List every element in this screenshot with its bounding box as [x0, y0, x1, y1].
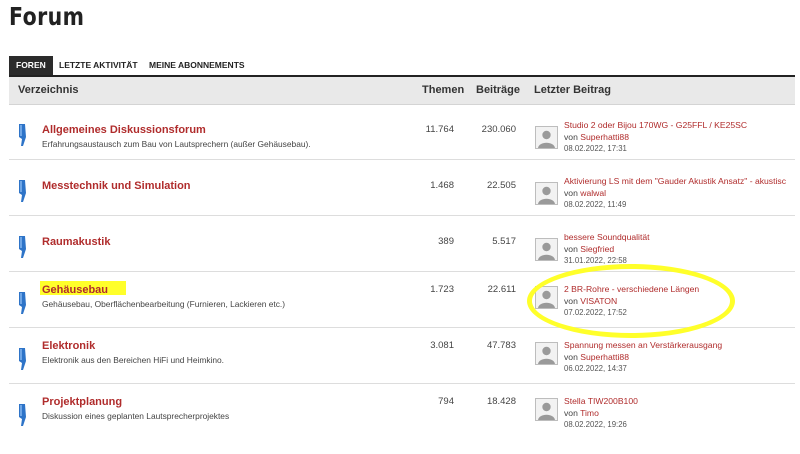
last-post-by-label: von — [564, 352, 578, 362]
last-post-user-link[interactable]: Timo — [580, 408, 599, 418]
avatar[interactable] — [535, 238, 558, 261]
forum-posts-count: 5.517 — [492, 236, 516, 247]
forum-row: Allgemeines Diskussionsforum Erfahrungsa… — [9, 104, 795, 160]
forum-posts-count: 230.060 — [481, 124, 516, 135]
forum-icon — [19, 124, 26, 146]
forum-posts-count: 22.505 — [486, 180, 516, 191]
avatar[interactable] — [535, 342, 558, 365]
header-last-post: Letzter Beitrag — [534, 84, 612, 96]
forum-topics-count: 389 — [438, 236, 454, 247]
last-post-by-label: von — [564, 188, 578, 198]
default-avatar-icon — [536, 399, 557, 420]
last-post-user-link[interactable]: Superhatti88 — [580, 132, 629, 142]
forum-posts-count: 18.428 — [486, 396, 516, 407]
forum-posts-count: 47.783 — [486, 340, 516, 351]
default-avatar-icon — [536, 127, 557, 148]
last-post-title-link[interactable]: Stella TIW200B100 — [564, 396, 638, 406]
tab-meine-abonnements[interactable]: MEINE ABONNEMENTS — [142, 56, 252, 75]
forum-row: Raumakustik 389 5.517 bessere Soundquali… — [9, 216, 795, 272]
forum-description: Diskussion eines geplanten Lautsprecherp… — [42, 411, 230, 421]
forum-topics-count: 794 — [438, 396, 454, 407]
forum-title-link[interactable]: Allgemeines Diskussionsforum — [42, 124, 206, 136]
forum-icon — [19, 348, 26, 370]
header-directory: Verzeichnis — [18, 84, 79, 96]
forum-title-link[interactable]: Projektplanung — [42, 396, 122, 408]
forum-row: Projektplanung Diskussion eines geplante… — [9, 384, 795, 439]
forum-title-link[interactable]: Messtechnik und Simulation — [42, 180, 191, 192]
page-title: Forum — [9, 2, 85, 31]
last-post-by-label: von — [564, 244, 578, 254]
forum-posts-count: 22.611 — [487, 284, 516, 295]
forum-row: Elektronik Elektronik aus den Bereichen … — [9, 328, 795, 384]
last-post-title-link[interactable]: Spannung messen an Verstärkerausgang — [564, 340, 722, 350]
last-post-user-link[interactable]: walwal — [580, 188, 606, 198]
forum-row: Messtechnik und Simulation 1.468 22.505 … — [9, 160, 795, 216]
avatar[interactable] — [535, 182, 558, 205]
forum-topics-count: 11.764 — [425, 124, 454, 135]
forum-description: Elektronik aus den Bereichen HiFi und He… — [42, 355, 225, 365]
table-header: Verzeichnis Themen Beiträge Letzter Beit… — [9, 77, 795, 105]
tab-letzte-aktivitaet[interactable]: LETZTE AKTIVITÄT — [52, 56, 145, 75]
forum-topics-count: 1.468 — [430, 180, 454, 191]
last-post-date: 06.02.2022, 14:37 — [564, 364, 627, 373]
forum-topics-count: 1.723 — [430, 284, 454, 295]
last-post-user-link[interactable]: Superhatti88 — [580, 352, 629, 362]
forum-icon — [19, 292, 26, 314]
default-avatar-icon — [536, 343, 557, 364]
last-post-date: 08.02.2022, 17:31 — [564, 144, 627, 153]
avatar[interactable] — [535, 126, 558, 149]
last-post-date: 08.02.2022, 19:26 — [564, 420, 627, 429]
last-post-by-label: von — [564, 408, 578, 418]
tab-foren[interactable]: FOREN — [9, 56, 53, 75]
forum-title-link[interactable]: Raumakustik — [42, 236, 110, 248]
forum-title-link[interactable]: Gehäusebau — [42, 284, 108, 296]
avatar[interactable] — [535, 398, 558, 421]
default-avatar-icon — [536, 239, 557, 260]
forum-icon — [19, 180, 26, 202]
forum-title-link[interactable]: Elektronik — [42, 340, 95, 352]
highlighter-circle — [527, 264, 735, 338]
last-post-title-link[interactable]: Aktivierung LS mit dem "Gauder Akustik A… — [564, 176, 786, 186]
header-topics: Themen — [422, 84, 465, 96]
last-post-by-label: von — [564, 132, 578, 142]
forum-icon — [19, 404, 26, 426]
forum-topics-count: 3.081 — [430, 340, 454, 351]
last-post-title-link[interactable]: bessere Soundqualität — [564, 232, 650, 242]
default-avatar-icon — [536, 183, 557, 204]
header-posts: Beiträge — [476, 84, 521, 96]
last-post-user-link[interactable]: Siegfried — [580, 244, 614, 254]
tab-bar: FOREN LETZTE AKTIVITÄT MEINE ABONNEMENTS — [9, 56, 795, 77]
forum-description: Erfahrungsaustausch zum Bau von Lautspre… — [42, 139, 311, 149]
last-post-date: 08.02.2022, 11:49 — [564, 200, 627, 209]
forum-description: Gehäusebau, Oberflächenbearbeitung (Furn… — [42, 299, 286, 309]
last-post-title-link[interactable]: Studio 2 oder Bijou 170WG - G25FFL / KE2… — [564, 120, 747, 130]
forum-icon — [19, 236, 26, 258]
